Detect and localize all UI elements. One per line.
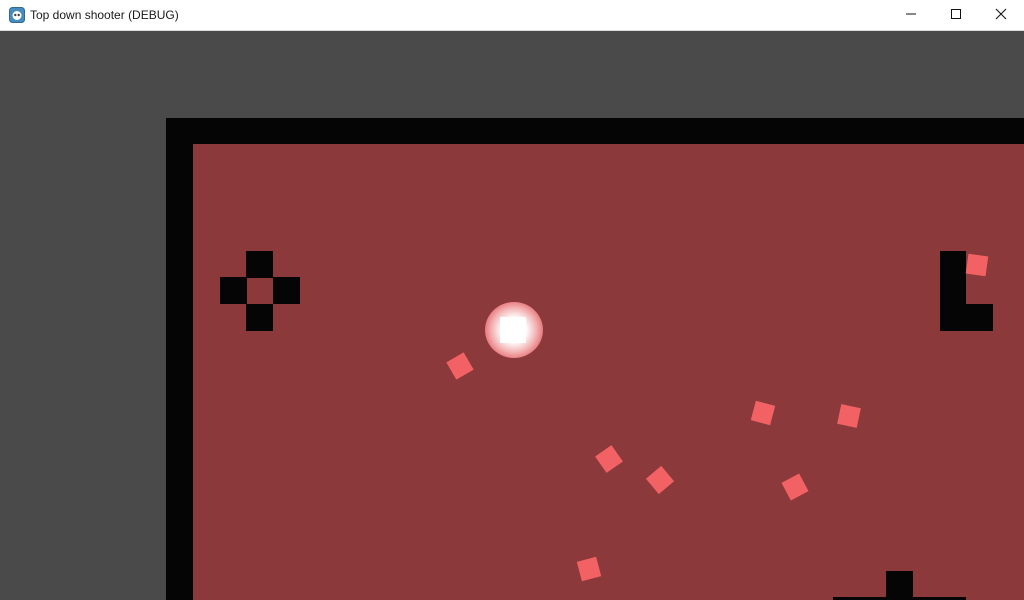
- close-button[interactable]: [978, 0, 1024, 31]
- obstacle-l-horizontal: [940, 304, 993, 331]
- window-titlebar[interactable]: Top down shooter (DEBUG): [0, 0, 1024, 31]
- minimize-button[interactable]: [888, 0, 934, 31]
- wall-left: [166, 118, 193, 600]
- bullet: [965, 253, 989, 277]
- window-title: Top down shooter (DEBUG): [30, 8, 179, 22]
- obstacle-plus-top: [246, 251, 273, 278]
- arena-floor[interactable]: [193, 144, 1024, 600]
- player: [500, 317, 526, 343]
- bullet: [837, 404, 861, 428]
- godot-icon: [9, 7, 25, 23]
- obstacle-plus-left: [220, 277, 247, 304]
- obstacle-plus-right: [273, 277, 300, 304]
- maximize-icon: [950, 7, 962, 25]
- game-viewport[interactable]: [0, 31, 1024, 600]
- obstacle-plus-bottom: [246, 304, 273, 331]
- maximize-button[interactable]: [933, 0, 979, 31]
- wall-top: [166, 118, 1024, 144]
- obstacle-bottom-stem: [886, 571, 913, 600]
- minimize-icon: [905, 7, 917, 25]
- close-icon: [995, 7, 1007, 25]
